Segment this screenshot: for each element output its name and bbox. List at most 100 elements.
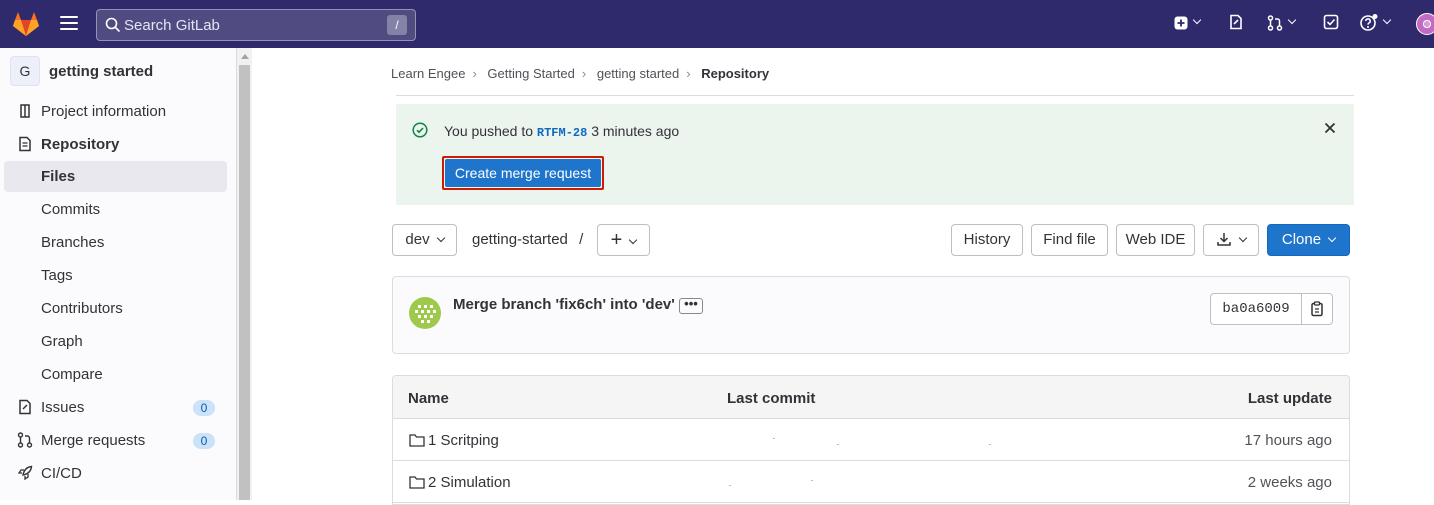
loading-dot [989,444,991,445]
repo-path: getting-started / [472,231,583,248]
web-ide-button[interactable]: Web IDE [1116,224,1195,256]
create-merge-request-button[interactable]: Create merge request [442,156,604,190]
rocket-icon [17,465,33,481]
branch-selector-label: dev [405,231,430,248]
breadcrumb-item[interactable]: Getting Started [487,66,574,81]
project-info-icon [20,104,30,118]
sidebar-item-label: Compare [41,366,103,383]
sidebar-item-graph[interactable]: Graph [4,326,227,357]
clone-dropdown[interactable]: Clone [1267,224,1350,256]
search-shortcut-badge: / [387,15,407,35]
loading-dot [773,438,775,439]
sidebar-item-tags[interactable]: Tags [4,260,227,291]
chevron-down-icon [1238,233,1248,242]
repo-path-root[interactable]: getting-started [472,231,568,248]
breadcrumb-item[interactable]: getting started [597,66,679,81]
find-file-button[interactable]: Find file [1031,224,1108,256]
copy-clipboard-icon [1311,301,1323,317]
column-header-last-update: Last update [1247,390,1332,407]
sidebar-item-branches[interactable]: Branches [4,227,227,258]
add-to-tree-dropdown[interactable]: + [597,224,650,256]
top-navbar: Search GitLab / [0,0,1434,48]
main-menu-icon[interactable] [60,16,78,32]
sidebar-item-project-information[interactable]: Project information [4,96,227,127]
branch-name[interactable]: RTFM-28 [537,126,587,140]
last-update: 2 weeks ago [1247,474,1332,491]
table-row[interactable]: 2 Simulation 2 weeks ago [393,461,1349,503]
issues-count-badge: 0 [193,400,215,416]
project-avatar: G [10,56,40,86]
merge-requests-nav-button[interactable] [1267,14,1297,34]
breadcrumb-separator-icon: › [472,66,477,81]
breadcrumb: Learn Engee › Getting Started › getting st… [391,66,769,81]
scrollbar-thumb[interactable] [239,65,250,500]
issues-nav-button[interactable] [1228,14,1244,34]
table-row[interactable]: 1 Scritping 17 hours ago [393,419,1349,461]
chevron-down-icon [436,233,445,242]
help-dropdown-button[interactable] [1360,14,1392,34]
new-dropdown-button[interactable] [1174,14,1202,34]
download-icon [1217,232,1231,246]
sidebar-item-merge-requests[interactable]: Merge requests 0 [4,425,227,456]
sidebar-item-label: Files [41,168,76,185]
close-icon[interactable] [1322,120,1338,136]
loading-dot [837,444,839,445]
sidebar-item-label: CI/CD [41,465,82,482]
file-name[interactable]: 2 Simulation [428,474,511,491]
branch-selector[interactable]: dev [392,224,457,256]
sidebar-item-contributors[interactable]: Contributors [4,293,227,324]
download-dropdown[interactable] [1203,224,1259,256]
sidebar-item-label: Branches [41,234,105,251]
plus-icon: + [610,229,623,251]
file-name[interactable]: 1 Scritping [428,432,499,449]
help-icon [1360,14,1378,32]
sidebar-item-label: Commits [41,201,101,218]
breadcrumb-current[interactable]: Repository [701,66,769,81]
sidebar-item-commits[interactable]: Commits [4,194,227,225]
breadcrumb-separator-icon: › [581,66,587,81]
user-avatar[interactable] [1416,13,1434,35]
sidebar-item-label: Tags [41,267,73,284]
breadcrumb-item[interactable]: Learn Engee [391,66,465,81]
loading-dot [729,485,731,486]
divider [396,95,1354,96]
breadcrumb-separator-icon: › [686,66,691,81]
sidebar-item-repository[interactable]: Repository [4,129,227,160]
chevron-down-icon [1327,233,1337,242]
project-name: getting started [49,63,154,80]
chevron-down-icon [629,235,638,244]
commit-title[interactable]: Merge branch 'fix6ch' into 'dev' [453,296,675,313]
search-input[interactable]: Search GitLab / [96,9,416,41]
sidebar-item-compare[interactable]: Compare [4,359,227,390]
plus-square-icon [1174,16,1188,30]
todo-check-icon [1323,14,1339,30]
sidebar-item-label: Merge requests [41,432,146,449]
gitlab-logo-icon[interactable] [12,11,40,37]
sidebar-scrollbar[interactable] [237,48,252,500]
clone-label: Clone [1281,231,1322,248]
file-tree-table: Name Last commit Last update 1 Scritping… [392,375,1350,505]
column-header-name: Name [408,390,449,407]
push-alert: You pushed to RTFM-28 3 minutes ago Crea… [396,104,1354,205]
scroll-up-arrow-icon[interactable] [241,54,249,59]
copy-sha-button[interactable] [1301,293,1333,325]
history-button[interactable]: History [951,224,1023,256]
create-merge-request-label: Create merge request [445,159,601,187]
check-circle-icon [412,122,428,138]
merge-request-icon [1267,15,1283,32]
column-header-last-commit: Last commit [727,390,816,407]
commit-author-avatar[interactable] [409,297,441,329]
chevron-down-icon [1192,16,1202,25]
sidebar-item-files[interactable]: Files [4,161,227,192]
last-commit-panel: Merge branch 'fix6ch' into 'dev' ••• ba0… [392,276,1350,354]
commit-sha[interactable]: ba0a6009 [1210,293,1302,325]
issues-icon [1230,14,1242,30]
table-header: Name Last commit Last update [393,376,1349,419]
sidebar-item-label: Graph [41,333,83,350]
chevron-down-icon [1287,16,1297,25]
todos-nav-button[interactable] [1323,14,1339,34]
sidebar-item-issues[interactable]: Issues 0 [4,392,227,423]
commit-description-toggle[interactable]: ••• [679,297,703,314]
last-update: 17 hours ago [1244,432,1332,449]
sidebar-item-ci-cd[interactable]: CI/CD [4,458,227,489]
